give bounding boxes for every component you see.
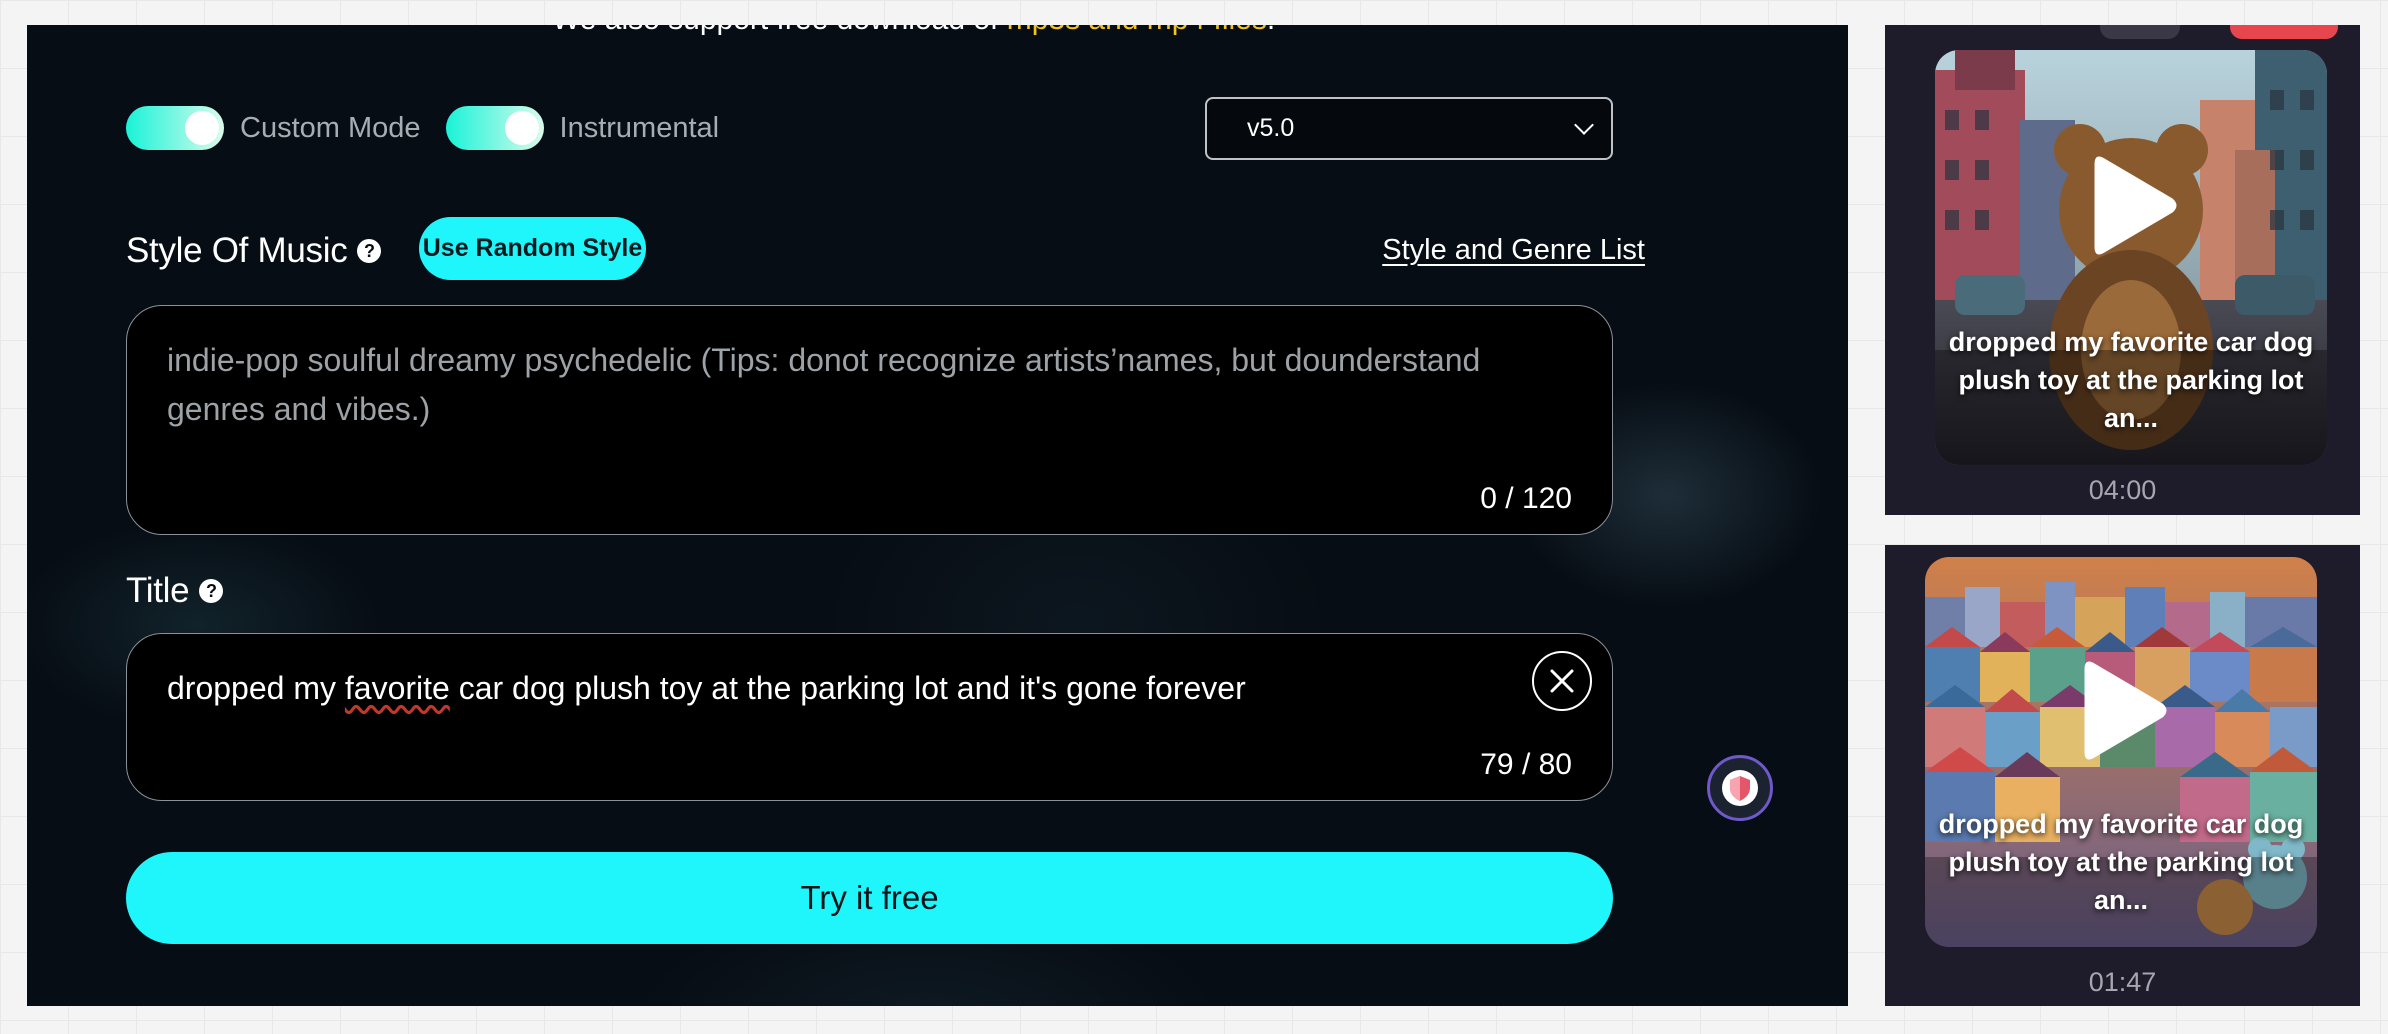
title-label: Title	[126, 571, 190, 610]
version-select[interactable]: v5.0	[1205, 97, 1613, 160]
download-hint-highlight: mp3s and mp4 files	[1007, 25, 1267, 36]
try-it-free-button[interactable]: Try it free	[126, 852, 1613, 944]
spellcheck-word: favorite	[344, 670, 450, 706]
song-card-title: dropped my favorite car dog plush toy at…	[1948, 327, 2314, 433]
style-char-counter: 0 / 120	[1480, 482, 1572, 515]
toggle-knob	[504, 111, 539, 145]
music-generator-panel: We also support free download of mp3s an…	[27, 25, 1848, 1006]
song-thumbnail[interactable]: dropped my favorite car dog plush toy at…	[1935, 50, 2327, 465]
play-icon[interactable]	[2091, 150, 2181, 265]
song-card[interactable]: dropped my favorite car dog plush toy at…	[1885, 545, 2360, 1006]
style-of-music-title: Style Of Music	[126, 231, 348, 270]
title-char-counter: 79 / 80	[1480, 748, 1572, 781]
toggle-knob	[185, 111, 219, 145]
custom-mode-label: Custom Mode	[240, 111, 421, 144]
custom-mode-toggle-group[interactable]: Custom Mode	[126, 106, 421, 150]
card-top-pill	[2100, 25, 2180, 39]
instrumental-label: Instrumental	[559, 111, 720, 144]
mode-toggles: Custom Mode Instrumental	[126, 106, 744, 150]
card-top-pill	[2230, 25, 2338, 39]
shield-icon	[1722, 770, 1758, 806]
song-duration: 04:00	[2088, 475, 2157, 505]
close-icon	[1550, 669, 1574, 693]
song-duration: 01:47	[2088, 967, 2157, 997]
style-input-placeholder: indie-pop soulful dreamy psychedelic (Ti…	[167, 342, 1481, 427]
clear-title-button[interactable]	[1532, 651, 1592, 711]
version-select-value: v5.0	[1247, 114, 1295, 142]
song-thumbnail[interactable]: dropped my favorite car dog plush toy at…	[1925, 557, 2317, 947]
title-heading: Title ?	[126, 571, 224, 611]
title-input-value: dropped my favorite car dog plush toy at…	[167, 670, 1246, 706]
style-genre-list-link[interactable]: Style and Genre List	[1382, 234, 1645, 267]
use-random-style-button[interactable]: Use Random Style	[419, 217, 646, 280]
style-of-music-heading: Style Of Music ?	[126, 231, 382, 271]
play-icon[interactable]	[2081, 656, 2171, 771]
song-card[interactable]: dropped my favorite car dog plush toy at…	[1885, 25, 2360, 515]
extension-badge[interactable]	[1707, 755, 1773, 821]
title-input[interactable]: dropped my favorite car dog plush toy at…	[126, 633, 1613, 801]
download-hint: We also support free download of mp3s an…	[552, 25, 1275, 37]
style-of-music-input[interactable]: indie-pop soulful dreamy psychedelic (Ti…	[126, 305, 1613, 535]
help-icon[interactable]: ?	[357, 239, 382, 263]
instrumental-toggle[interactable]	[445, 106, 544, 150]
help-icon[interactable]: ?	[199, 579, 224, 603]
custom-mode-toggle[interactable]	[126, 106, 224, 150]
instrumental-toggle-group[interactable]: Instrumental	[445, 106, 720, 150]
chevron-down-icon	[1574, 114, 1594, 135]
song-card-title: dropped my favorite car dog plush toy at…	[1938, 809, 2304, 915]
